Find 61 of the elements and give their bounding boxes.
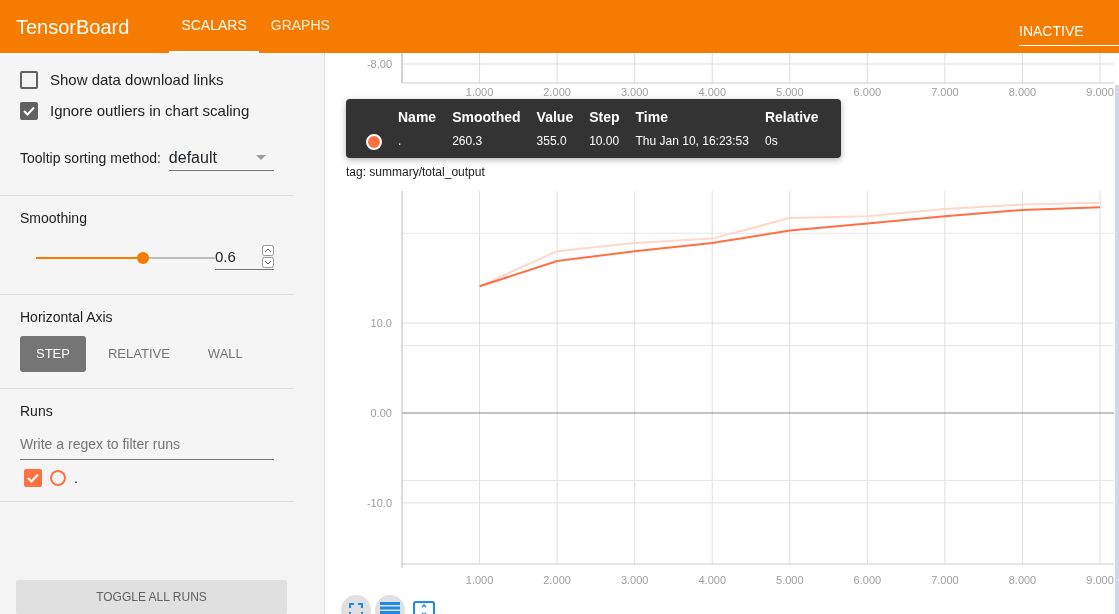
axis-tick-label: 2.000 (543, 86, 571, 98)
axis-tick-label: 10.0 (370, 317, 392, 330)
axis-option[interactable]: WALL (191, 336, 259, 372)
tooltip-cell: 355.0 (536, 134, 567, 148)
axis-option[interactable]: RELATIVE (91, 336, 186, 372)
filter-field[interactable]: Write a regex to filter runs (20, 429, 274, 460)
axis-tick-label: 9.000 (1086, 574, 1114, 586)
axis-option[interactable]: STEP (20, 336, 86, 372)
fullscreen-icon[interactable] (349, 603, 363, 614)
axis-tick-label: 6.000 (853, 574, 882, 586)
section-title: Smoothing (20, 209, 88, 228)
slider-thumb[interactable] (137, 251, 150, 264)
option-label: Show data download links (50, 70, 224, 90)
spinner-icon[interactable] (262, 245, 274, 269)
caret-icon[interactable] (255, 155, 266, 161)
toggle-runs-button[interactable]: TOGGLE ALL RUNS (16, 579, 287, 614)
axis-tick-label: 5.000 (776, 574, 804, 586)
section-title: Runs (20, 401, 54, 421)
axis-tick-label: 1.000 (465, 574, 494, 586)
axis-tick-label: 9.000 (1086, 86, 1114, 98)
axis-tick-label: 0.00 (370, 407, 392, 419)
checkbox[interactable] (20, 101, 38, 120)
app-title: TensorBoard (15, 14, 131, 40)
number-field[interactable]: 0.6 (215, 245, 274, 270)
axis-tick-label: -8.00 (366, 58, 392, 70)
tooltip-cell: 260.3 (452, 134, 483, 148)
fit-icon[interactable] (413, 601, 435, 614)
axis-tick-label: 1.000 (465, 86, 494, 98)
axis-tick-label: 6.000 (853, 86, 882, 98)
axis-tick-label: 4.000 (698, 574, 726, 586)
tooltip-cell: 10.00 (589, 134, 620, 148)
checkbox[interactable] (24, 469, 42, 487)
axis-tick-label: -10.0 (366, 496, 392, 509)
tooltip-cell: Thu Jan 10, 16:23:53 (635, 134, 749, 148)
axis-tick-label: 3.000 (620, 86, 649, 98)
column-header: Relative (763, 108, 820, 127)
axis-tick-label: 3.000 (620, 574, 649, 586)
tooltip-cell: . (398, 134, 402, 148)
axis-tick-label: 5.000 (776, 86, 804, 98)
sorting-select[interactable]: default (168, 146, 274, 171)
chart-tag: tag: summary/total_output (346, 163, 1119, 181)
column-header: Step (588, 108, 621, 127)
axis-tick-label: 8.000 (1008, 574, 1037, 586)
column-header: Smoothed (451, 108, 522, 127)
option-label: Ignore outliers in chart scaling (50, 100, 250, 121)
sorting-label: Tooltip sorting method: (20, 149, 161, 168)
axis-tick-label: 7.000 (931, 574, 959, 586)
column-header: Value (535, 108, 575, 127)
lines-icon[interactable] (380, 602, 400, 614)
nav-tab[interactable]: GRAPHS (258, 0, 342, 53)
tooltip-cell: 0s (764, 134, 778, 148)
column-header: Time (634, 108, 669, 127)
axis-tick-label: 7.000 (931, 86, 959, 98)
axis-tick-label: 4.000 (698, 86, 726, 98)
run-status-select[interactable]: INACTIVE (1019, 17, 1119, 46)
column-header: Name (397, 108, 438, 127)
section-title: Horizontal Axis (20, 308, 114, 327)
axis-tick-label: 8.000 (1008, 86, 1037, 98)
checkbox[interactable] (20, 71, 38, 90)
run-name: . (74, 468, 78, 488)
axis-tick-label: 2.000 (543, 574, 571, 586)
